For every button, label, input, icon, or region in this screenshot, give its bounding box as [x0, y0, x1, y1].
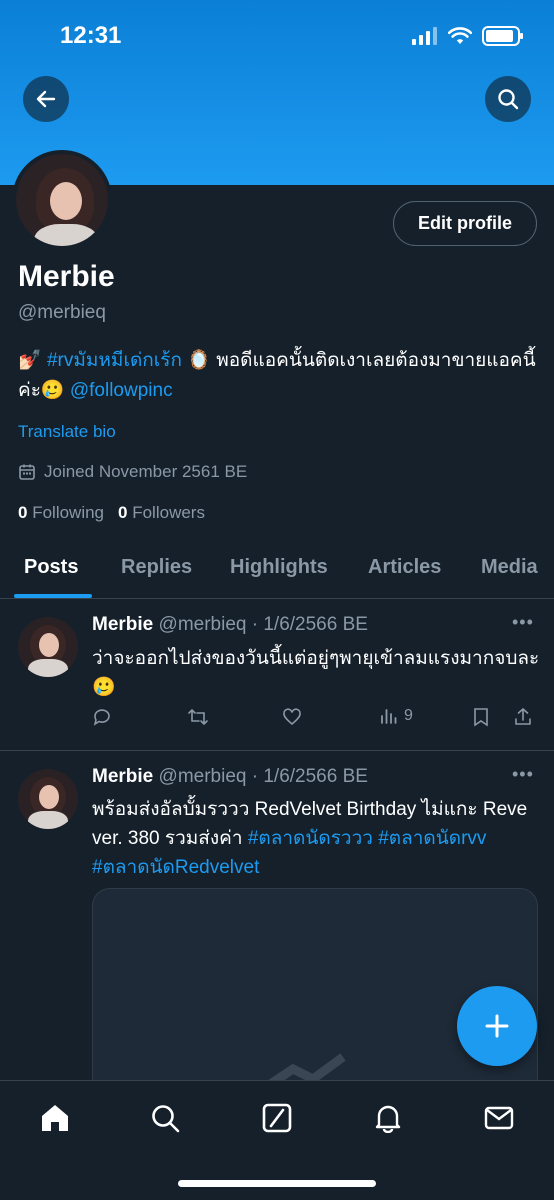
retweet-button[interactable]	[187, 707, 209, 727]
wifi-icon	[448, 27, 472, 44]
bookmark-button[interactable]	[472, 707, 490, 727]
like-button[interactable]	[282, 707, 302, 727]
status-bar: 12:31	[0, 0, 554, 70]
followers-link[interactable]: 0 Followers	[118, 503, 205, 523]
home-indicator	[178, 1180, 376, 1187]
tweet-actions: 9	[92, 707, 542, 729]
edit-profile-button[interactable]: Edit profile	[393, 201, 537, 246]
tweet-author-name[interactable]: Merbie	[92, 766, 153, 787]
status-icons	[412, 26, 523, 46]
active-tab-indicator	[14, 594, 92, 598]
status-time: 12:31	[60, 22, 122, 49]
profile-bio: 💅🏻 #rvมัมหมีเด่กเร้ก 🪞 พอดีแอคนั้นติดเงา…	[18, 346, 538, 406]
translate-bio-link[interactable]: Translate bio	[18, 422, 116, 442]
bookmark-icon	[474, 708, 488, 727]
tweet-text: ว่าจะออกไปส่งของวันนี้แต่อยู่ๆพายุเข้าลม…	[92, 648, 540, 698]
back-button[interactable]	[23, 76, 69, 122]
following-link[interactable]: 0 Following	[18, 503, 104, 523]
bio-mention-link[interactable]: @followpinc	[70, 380, 173, 401]
tweet-divider	[0, 750, 554, 751]
signal-icon	[412, 27, 437, 45]
tab-media[interactable]: Media	[481, 556, 538, 579]
profile-handle: @merbieq	[18, 302, 106, 323]
bio-mirror-emoji: 🪞	[187, 350, 211, 371]
tab-articles[interactable]: Articles	[368, 556, 441, 579]
joined-text: Joined November 2561 BE	[44, 462, 248, 481]
tweet-header: Merbie @merbieq · 1/6/2566 BE	[92, 614, 368, 636]
bell-icon	[375, 1105, 401, 1133]
tweet-avatar[interactable]	[18, 769, 78, 829]
tweet-meta: @merbieq · 1/6/2566 BE	[158, 614, 368, 635]
nav-home[interactable]	[38, 1101, 72, 1135]
follow-stats: 0 Following 0 Followers	[18, 503, 205, 523]
compose-button[interactable]	[457, 986, 537, 1066]
profile-avatar[interactable]	[12, 150, 112, 250]
tab-posts[interactable]: Posts	[24, 556, 78, 579]
arrow-left-icon	[36, 90, 56, 108]
plus-icon	[485, 1014, 509, 1038]
tweet-avatar[interactable]	[18, 617, 78, 677]
tweet-meta: @merbieq · 1/6/2566 BE	[158, 766, 368, 787]
reply-icon	[93, 709, 110, 726]
home-icon	[42, 1105, 68, 1131]
search-icon	[152, 1105, 180, 1133]
search-icon	[498, 89, 519, 110]
tab-replies[interactable]: Replies	[121, 556, 192, 579]
profile-display-name: Merbie	[18, 260, 115, 293]
share-icon	[515, 708, 531, 725]
tweet-header: Merbie @merbieq · 1/6/2566 BE	[92, 766, 368, 788]
nav-notifications[interactable]	[371, 1101, 405, 1135]
more-options-button[interactable]: •••	[512, 764, 534, 785]
views-button[interactable]: 9	[380, 707, 413, 725]
search-button[interactable]	[485, 76, 531, 122]
views-count: 9	[404, 707, 413, 724]
nav-search[interactable]	[148, 1101, 182, 1135]
bio-hashtag-link[interactable]: #rvมัมหมีเด่กเร้ก	[47, 350, 182, 371]
calendar-icon	[19, 464, 35, 480]
retweet-icon	[188, 709, 208, 725]
more-options-button[interactable]: •••	[512, 612, 534, 633]
reply-button[interactable]	[92, 707, 112, 727]
heart-icon	[283, 708, 301, 726]
nav-grok[interactable]	[260, 1101, 294, 1135]
battery-icon	[482, 26, 523, 46]
joined-date: Joined November 2561 BE	[18, 462, 247, 482]
profile-tabs: Posts Replies Highlights Articles Media	[0, 540, 554, 599]
bio-emoji: 💅🏻	[18, 350, 42, 371]
nav-messages[interactable]	[482, 1101, 516, 1135]
grok-icon	[262, 1103, 292, 1133]
views-icon	[381, 709, 397, 724]
tweet-author-name[interactable]: Merbie	[92, 614, 153, 635]
share-button[interactable]	[513, 707, 533, 727]
mail-icon	[484, 1106, 514, 1130]
tweet-text: พร้อมส่งอัลบั้มรววว RedVelvet Birthday ไ…	[92, 795, 542, 882]
tab-highlights[interactable]: Highlights	[230, 556, 328, 579]
